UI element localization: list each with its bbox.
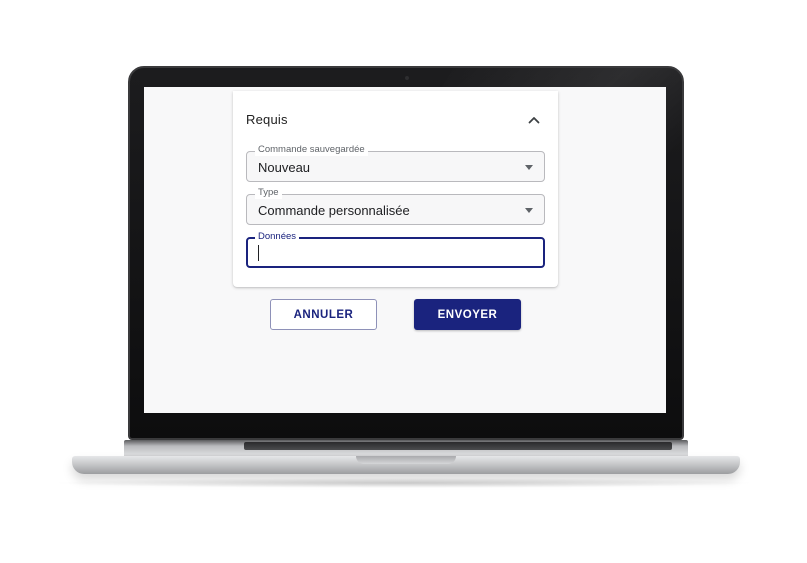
type-label: Type xyxy=(255,187,282,199)
laptop-base xyxy=(72,440,740,476)
laptop-shadow xyxy=(50,478,758,488)
data-input[interactable] xyxy=(258,244,528,262)
saved-command-value: Nouveau xyxy=(258,160,311,175)
type-value: Commande personnalisée xyxy=(258,203,410,218)
data-field[interactable]: Données xyxy=(246,231,545,268)
panel-title: Requis xyxy=(246,112,288,127)
laptop-screen: Requis Commande sauvegardée Nouveau Type… xyxy=(144,87,666,413)
cancel-button[interactable]: ANNULER xyxy=(270,299,377,330)
chevron-up-icon[interactable] xyxy=(527,113,541,127)
dropdown-arrow-icon[interactable] xyxy=(525,208,533,213)
dropdown-arrow-icon[interactable] xyxy=(525,165,533,170)
required-panel: Requis Commande sauvegardée Nouveau Type… xyxy=(233,91,558,287)
webcam xyxy=(405,76,409,80)
type-select[interactable]: Type Commande personnalisée xyxy=(246,187,545,225)
laptop-opening-notch xyxy=(356,456,456,464)
saved-command-select[interactable]: Commande sauvegardée Nouveau xyxy=(246,144,545,182)
required-panel-header[interactable]: Requis xyxy=(233,91,558,143)
send-button[interactable]: ENVOYER xyxy=(414,299,521,330)
saved-command-label: Commande sauvegardée xyxy=(255,144,368,156)
keyboard-slot xyxy=(244,442,672,450)
data-label: Données xyxy=(255,231,300,243)
